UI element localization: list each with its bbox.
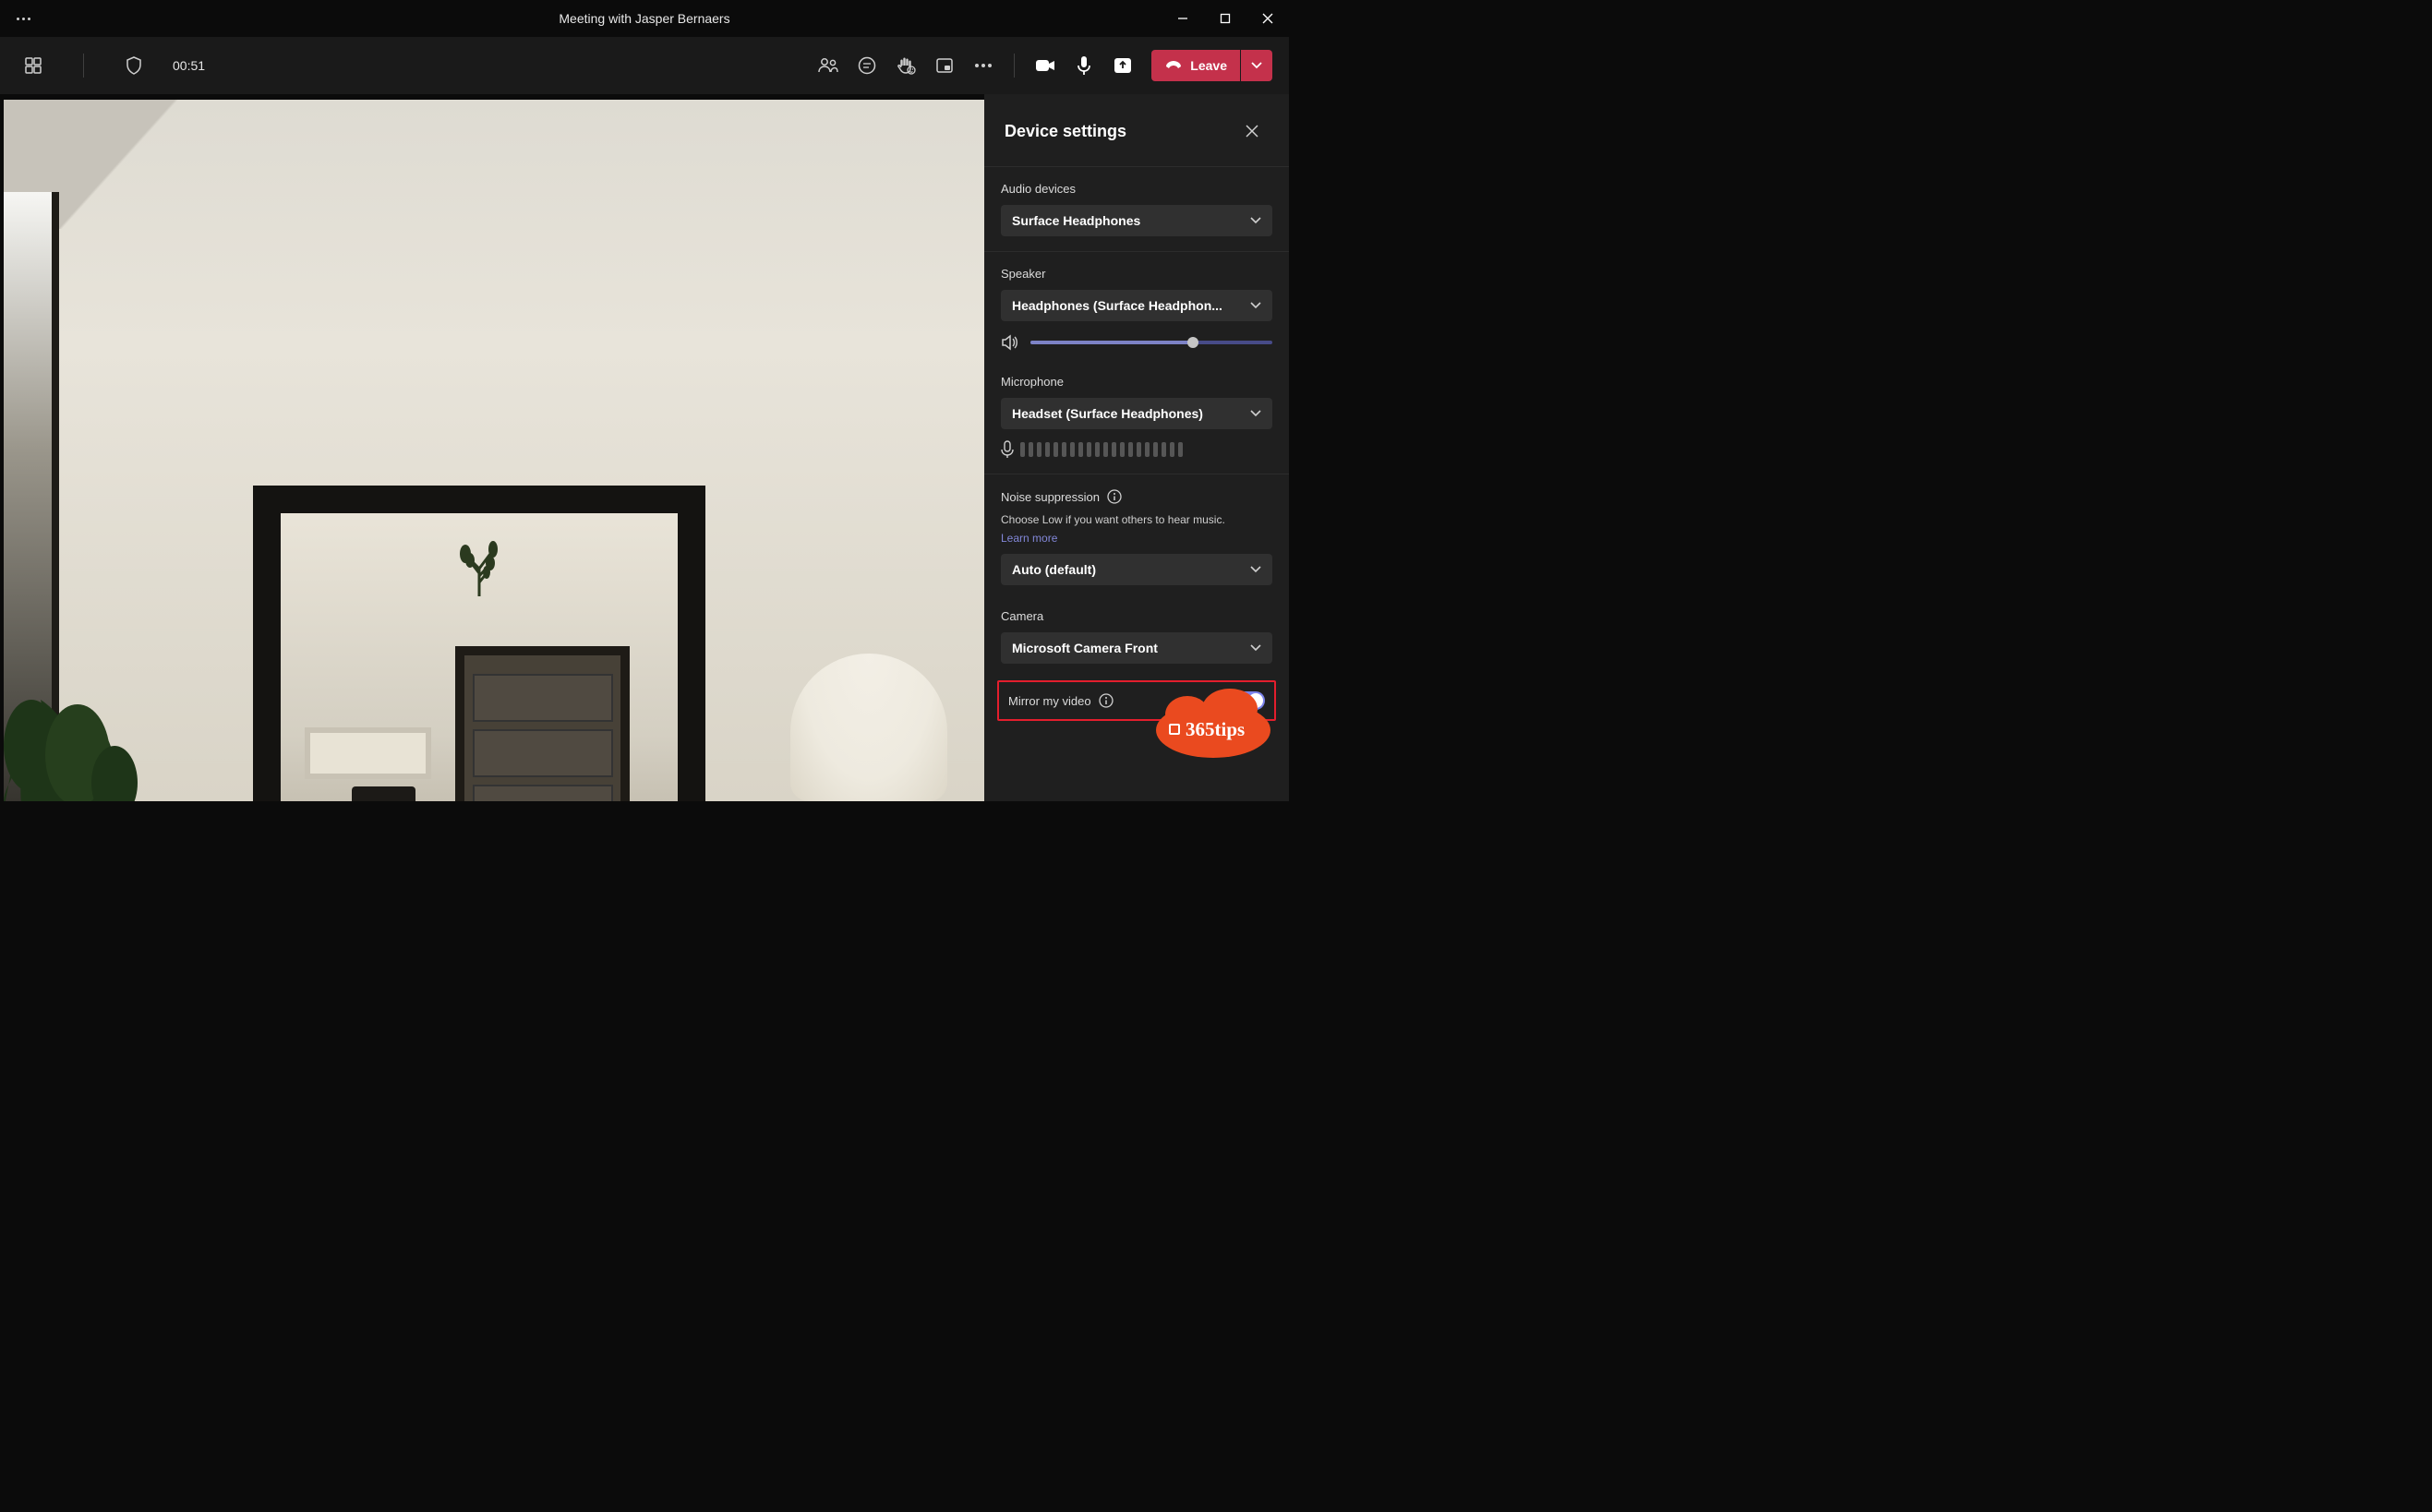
panel-title: Device settings <box>1005 122 1126 141</box>
shield-icon <box>126 56 142 75</box>
volume-fill <box>1030 341 1193 344</box>
leave-button-label: Leave <box>1190 58 1227 73</box>
audio-devices-dropdown[interactable]: Surface Headphones <box>1001 205 1272 236</box>
close-icon <box>1262 13 1273 24</box>
chat-button[interactable] <box>850 49 884 82</box>
audio-devices-value: Surface Headphones <box>1012 213 1140 228</box>
maximize-icon <box>1220 13 1231 24</box>
mic-toggle-button[interactable] <box>1067 49 1101 82</box>
noise-suppression-value: Auto (default) <box>1012 562 1096 577</box>
volume-thumb[interactable] <box>1187 337 1198 348</box>
audio-devices-label: Audio devices <box>1001 182 1272 196</box>
meeting-timer: 00:51 <box>173 58 205 73</box>
info-icon[interactable] <box>1107 489 1122 504</box>
close-icon <box>1246 125 1258 138</box>
more-actions-button[interactable] <box>967 49 1000 82</box>
chat-icon <box>858 56 876 75</box>
people-icon <box>818 56 838 75</box>
plant-decoration <box>4 570 142 801</box>
share-icon <box>1114 57 1132 74</box>
share-button[interactable] <box>1106 49 1139 82</box>
maximize-button[interactable] <box>1204 0 1246 37</box>
svg-text:365tips: 365tips <box>1186 718 1245 740</box>
camera-dropdown[interactable]: Microsoft Camera Front <box>1001 632 1272 664</box>
speaker-label: Speaker <box>1001 267 1272 281</box>
video-feed <box>4 100 984 801</box>
window-title: Meeting with Jasper Bernaers <box>559 11 729 26</box>
hangup-icon <box>1164 59 1183 72</box>
mirror-video-label: Mirror my video <box>1008 693 1114 708</box>
speaker-value: Headphones (Surface Headphon... <box>1012 298 1222 313</box>
mic-icon <box>1077 55 1091 76</box>
chevron-down-icon <box>1250 217 1261 224</box>
grid-icon <box>24 56 42 75</box>
speaker-icon <box>1001 334 1019 351</box>
device-settings-panel: Device settings Audio devices Surface He… <box>984 94 1289 801</box>
speaker-dropdown[interactable]: Headphones (Surface Headphon... <box>1001 290 1272 321</box>
more-options-button[interactable] <box>13 14 34 24</box>
mic-icon <box>1001 440 1014 459</box>
chevron-down-icon <box>1250 410 1261 417</box>
volume-slider[interactable] <box>1030 341 1272 344</box>
microphone-dropdown[interactable]: Headset (Surface Headphones) <box>1001 398 1272 429</box>
mic-level-indicator <box>1020 442 1183 457</box>
divider <box>1014 54 1015 78</box>
rooms-button[interactable] <box>928 49 961 82</box>
reactions-button[interactable] <box>889 49 922 82</box>
brand-logo: 365tips <box>1149 689 1278 761</box>
more-dots-icon <box>975 64 992 67</box>
camera-label: Camera <box>1001 609 1272 623</box>
microphone-label: Microphone <box>1001 375 1272 389</box>
pip-icon <box>935 56 954 75</box>
noise-suppression-label: Noise suppression <box>1001 489 1272 504</box>
microphone-value: Headset (Surface Headphones) <box>1012 406 1203 421</box>
minimize-icon <box>1177 13 1188 24</box>
participants-button[interactable] <box>812 49 845 82</box>
minimize-button[interactable] <box>1162 0 1204 37</box>
chevron-down-icon <box>1250 644 1261 652</box>
info-icon[interactable] <box>1099 693 1114 708</box>
close-panel-button[interactable] <box>1235 114 1269 148</box>
chevron-down-icon <box>1250 302 1261 309</box>
noise-suppression-dropdown[interactable]: Auto (default) <box>1001 554 1272 585</box>
divider <box>83 54 84 78</box>
camera-icon <box>1035 58 1055 73</box>
leave-button[interactable]: Leave <box>1151 50 1240 81</box>
noise-suppression-helper: Choose Low if you want others to hear mu… <box>1001 513 1272 526</box>
chevron-down-icon <box>1251 62 1262 69</box>
camera-toggle-button[interactable] <box>1029 49 1062 82</box>
more-dots-icon <box>17 18 30 20</box>
camera-value: Microsoft Camera Front <box>1012 641 1158 655</box>
close-window-button[interactable] <box>1246 0 1289 37</box>
gallery-layout-button[interactable] <box>17 49 50 82</box>
shield-button[interactable] <box>117 49 150 82</box>
chevron-down-icon <box>1250 566 1261 573</box>
learn-more-link[interactable]: Learn more <box>1001 532 1057 545</box>
hand-icon <box>896 56 916 75</box>
leave-options-button[interactable] <box>1241 50 1272 81</box>
